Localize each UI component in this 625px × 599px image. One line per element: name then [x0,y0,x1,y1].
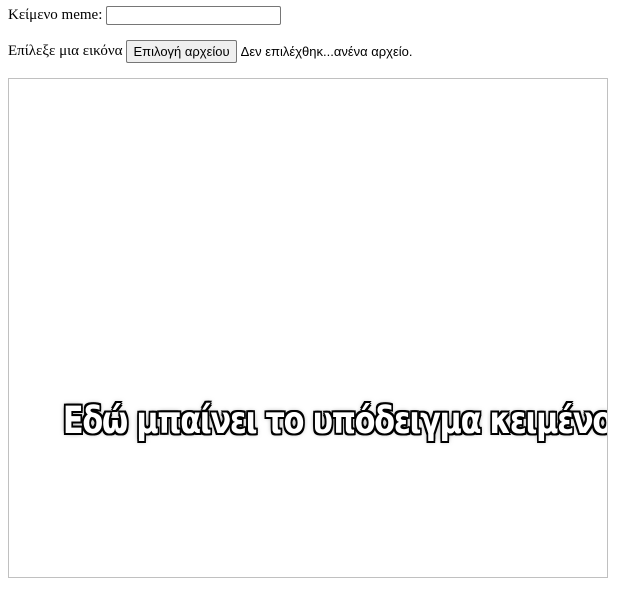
meme-text-row: Κείμενο meme: [8,4,282,26]
meme-placeholder-text: Εδώ μπαίνει το υπόδειγμα κειμένου [62,399,608,442]
meme-text-label: Κείμενο meme: [8,6,103,23]
choose-image-label: Επίλεξε μια εικόνα [8,42,123,59]
choose-file-button[interactable]: Επιλογή αρχείου [126,39,237,63]
meme-canvas[interactable]: Εδώ μπαίνει το υπόδειγμα κειμένου [8,78,608,578]
file-status-text: Δεν επιλέχθηκ...ανένα αρχείο. [240,43,413,59]
meme-text-input[interactable] [106,5,282,25]
image-picker-row: Επίλεξε μια εικόνα Επιλογή αρχείου Δεν ε… [8,39,413,63]
